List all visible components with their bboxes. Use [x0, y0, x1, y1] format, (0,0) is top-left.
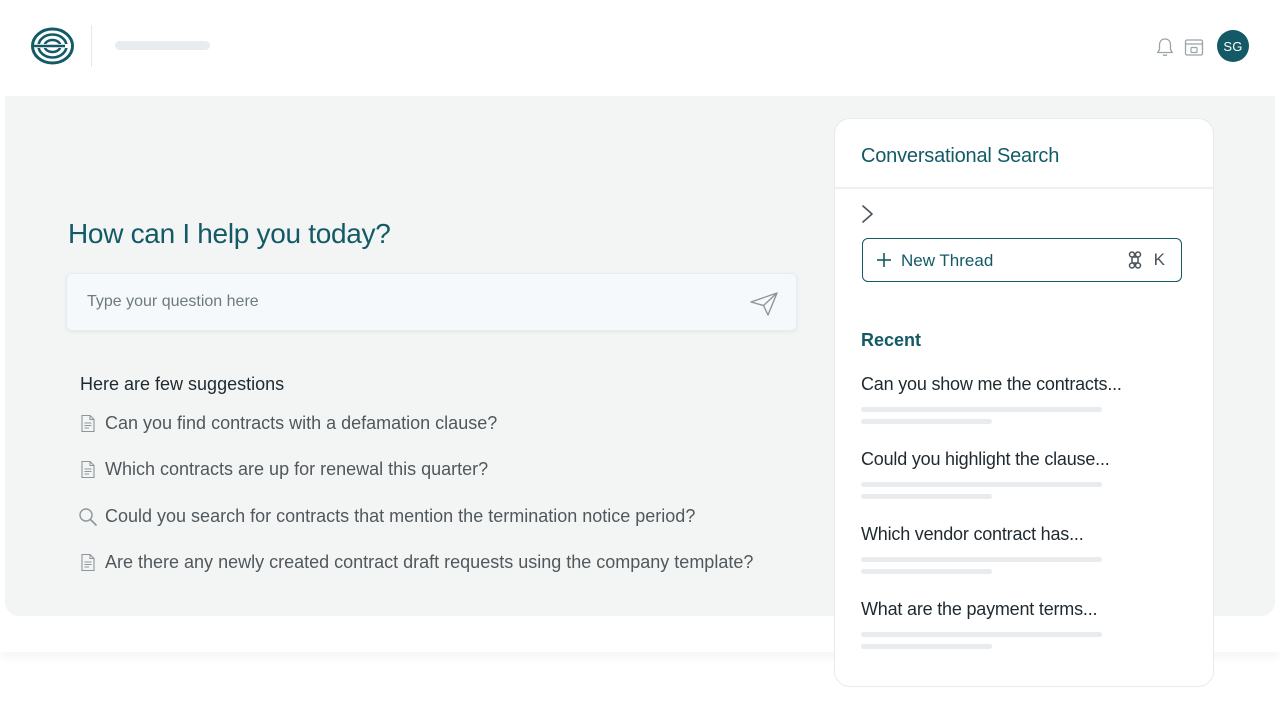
document-icon [78, 553, 98, 573]
recent-thread-label: Could you highlight the clause... [861, 449, 1110, 469]
preview-placeholder [861, 644, 992, 649]
logo-icon[interactable] [31, 27, 74, 65]
header-divider [91, 25, 92, 67]
preview-placeholder [861, 494, 992, 499]
shortcut-key: K [1153, 250, 1165, 269]
question-input[interactable] [87, 274, 727, 330]
preview-placeholder [861, 482, 1102, 487]
preview-placeholder [861, 557, 1102, 562]
suggestion-label: Which contracts are up for renewal this … [105, 459, 489, 479]
send-icon[interactable] [749, 291, 779, 317]
recent-thread-item[interactable]: Could you highlight the clause... [861, 449, 1181, 499]
suggestions-title: Here are few suggestions [80, 374, 285, 394]
document-icon [78, 460, 98, 480]
bell-icon[interactable] [1155, 36, 1175, 58]
recent-thread-label: Can you show me the contracts... [861, 374, 1122, 394]
new-thread-label: New Thread [901, 251, 994, 270]
breadcrumb-placeholder [115, 41, 210, 50]
conversational-search-panel: Conversational Search New Thread K Recen… [834, 118, 1214, 687]
suggestion-label: Can you find contracts with a defamation… [105, 413, 498, 433]
suggestion-item[interactable]: Can you find contracts with a defamation… [78, 413, 497, 434]
plus-icon [877, 253, 891, 267]
recent-thread-item[interactable]: What are the payment terms... [861, 599, 1181, 649]
preview-placeholder [861, 419, 992, 424]
recent-thread-label: Which vendor contract has... [861, 524, 1084, 544]
question-box [66, 273, 797, 331]
command-icon [1128, 251, 1141, 269]
suggestion-label: Could you search for contracts that ment… [105, 506, 696, 526]
search-icon [78, 507, 98, 527]
panel-title: Conversational Search [861, 145, 1060, 167]
page-title: How can I help you today? [68, 218, 391, 249]
chevron-right-icon[interactable] [859, 204, 877, 224]
suggestion-label: Are there any newly created contract dra… [105, 552, 754, 572]
recent-thread-item[interactable]: Can you show me the contracts... [861, 374, 1181, 424]
recent-title: Recent [861, 330, 922, 350]
suggestion-item[interactable]: Which contracts are up for renewal this … [78, 459, 488, 480]
avatar[interactable]: SG [1217, 30, 1249, 62]
recent-thread-label: What are the payment terms... [861, 599, 1098, 619]
suggestion-item[interactable]: Could you search for contracts that ment… [78, 506, 695, 527]
document-icon [78, 414, 98, 434]
panel-divider [835, 187, 1213, 189]
suggestion-item[interactable]: Are there any newly created contract dra… [78, 552, 753, 573]
new-thread-button[interactable]: New Thread K [862, 238, 1182, 282]
keyboard-shortcut: K [1126, 250, 1165, 270]
window-icon[interactable] [1183, 36, 1205, 58]
preview-placeholder [861, 407, 1102, 412]
top-header: SG [0, 0, 1280, 96]
preview-placeholder [861, 569, 992, 574]
recent-thread-item[interactable]: Which vendor contract has... [861, 524, 1181, 574]
preview-placeholder [861, 632, 1102, 637]
